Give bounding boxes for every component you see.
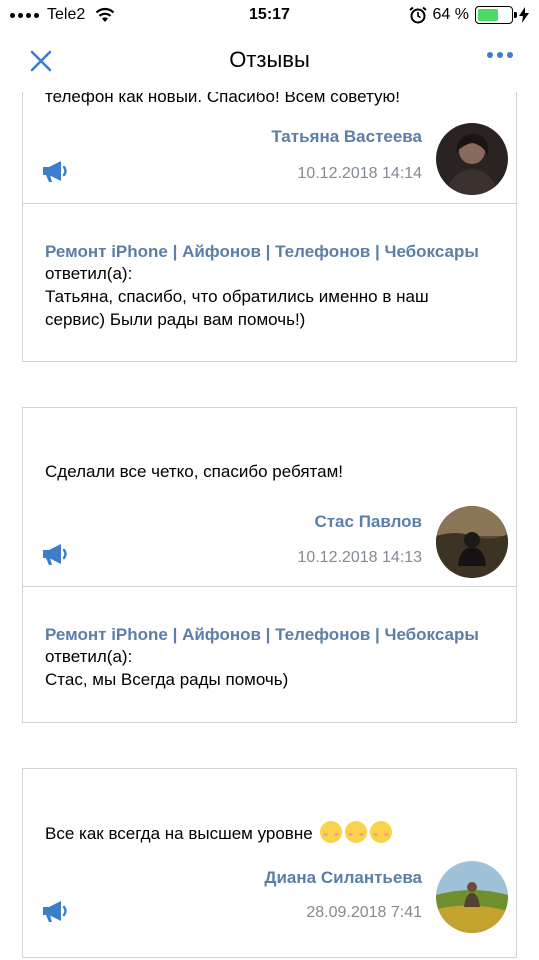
review-body: Все как всегда на высшем уровне Диана Си… — [23, 769, 516, 959]
review-author[interactable]: Татьяна Вастеева — [271, 127, 422, 147]
reply-text-line: сервис) Были рады вам помочь!) — [45, 310, 306, 329]
battery-percent: 64 % — [432, 6, 469, 23]
reply-company-link[interactable]: Ремонт iPhone | Айфонов | Телефонов | Че… — [45, 242, 494, 262]
reply-block: Ремонт iPhone | Айфонов | Телефонов | Че… — [23, 586, 516, 724]
reviews-list[interactable]: телефон как новый. Спасибо! Всем советую… — [0, 92, 539, 960]
smiling-face-icon — [370, 821, 393, 843]
page-title: Отзывы — [229, 47, 310, 72]
reply-label: ответил(а): — [45, 264, 133, 283]
review-text: Все как всегда на высшем уровне — [45, 821, 393, 844]
review-body: Сделали все четко, спасибо ребятам! Стас… — [23, 408, 516, 586]
reply-label: ответил(а): — [45, 647, 133, 666]
alarm-clock-icon — [408, 6, 427, 24]
status-bar: Tele2 15:17 64 % — [0, 0, 539, 32]
review-author[interactable]: Диана Силантьева — [264, 868, 422, 888]
battery-icon — [475, 6, 517, 24]
review-date: 10.12.2018 14:14 — [297, 165, 422, 182]
avatar[interactable] — [436, 506, 508, 578]
review-date: 10.12.2018 14:13 — [297, 549, 422, 566]
megaphone-icon[interactable] — [41, 899, 69, 923]
review-card: Все как всегда на высшем уровне Диана Си… — [22, 768, 517, 958]
reply-text-line: Татьяна, спасибо, что обратились именно … — [45, 287, 429, 306]
review-card: телефон как новый. Спасибо! Всем советую… — [22, 92, 517, 362]
review-text-cutoff: телефон как новый. Спасибо! Всем советую… — [45, 92, 400, 106]
battery-fill — [478, 9, 499, 21]
review-text-content: Все как всегда на высшем уровне — [45, 824, 313, 843]
smiling-face-icon — [345, 821, 368, 843]
nav-bar: Отзывы — [0, 32, 539, 92]
avatar[interactable] — [436, 123, 508, 195]
review-card: Сделали все четко, спасибо ребятам! Стас… — [22, 407, 517, 723]
more-dots-icon[interactable] — [487, 52, 513, 58]
charging-bolt-icon — [519, 7, 529, 23]
avatar[interactable] — [436, 861, 508, 933]
status-right: 64 % — [408, 6, 529, 24]
review-body: телефон как новый. Спасибо! Всем советую… — [23, 92, 516, 203]
megaphone-icon[interactable] — [41, 159, 69, 183]
reply-company-link[interactable]: Ремонт iPhone | Айфонов | Телефонов | Че… — [45, 625, 494, 645]
reply-text-line: Стас, мы Всегда рады помочь) — [45, 670, 289, 689]
review-author[interactable]: Стас Павлов — [314, 512, 422, 532]
review-date: 28.09.2018 7:41 — [306, 904, 422, 921]
reply-block: Ремонт iPhone | Айфонов | Телефонов | Че… — [23, 203, 516, 363]
megaphone-icon[interactable] — [41, 542, 69, 566]
review-text: Сделали все четко, спасибо ребятам! — [45, 462, 343, 481]
smiling-face-icon — [320, 821, 343, 843]
